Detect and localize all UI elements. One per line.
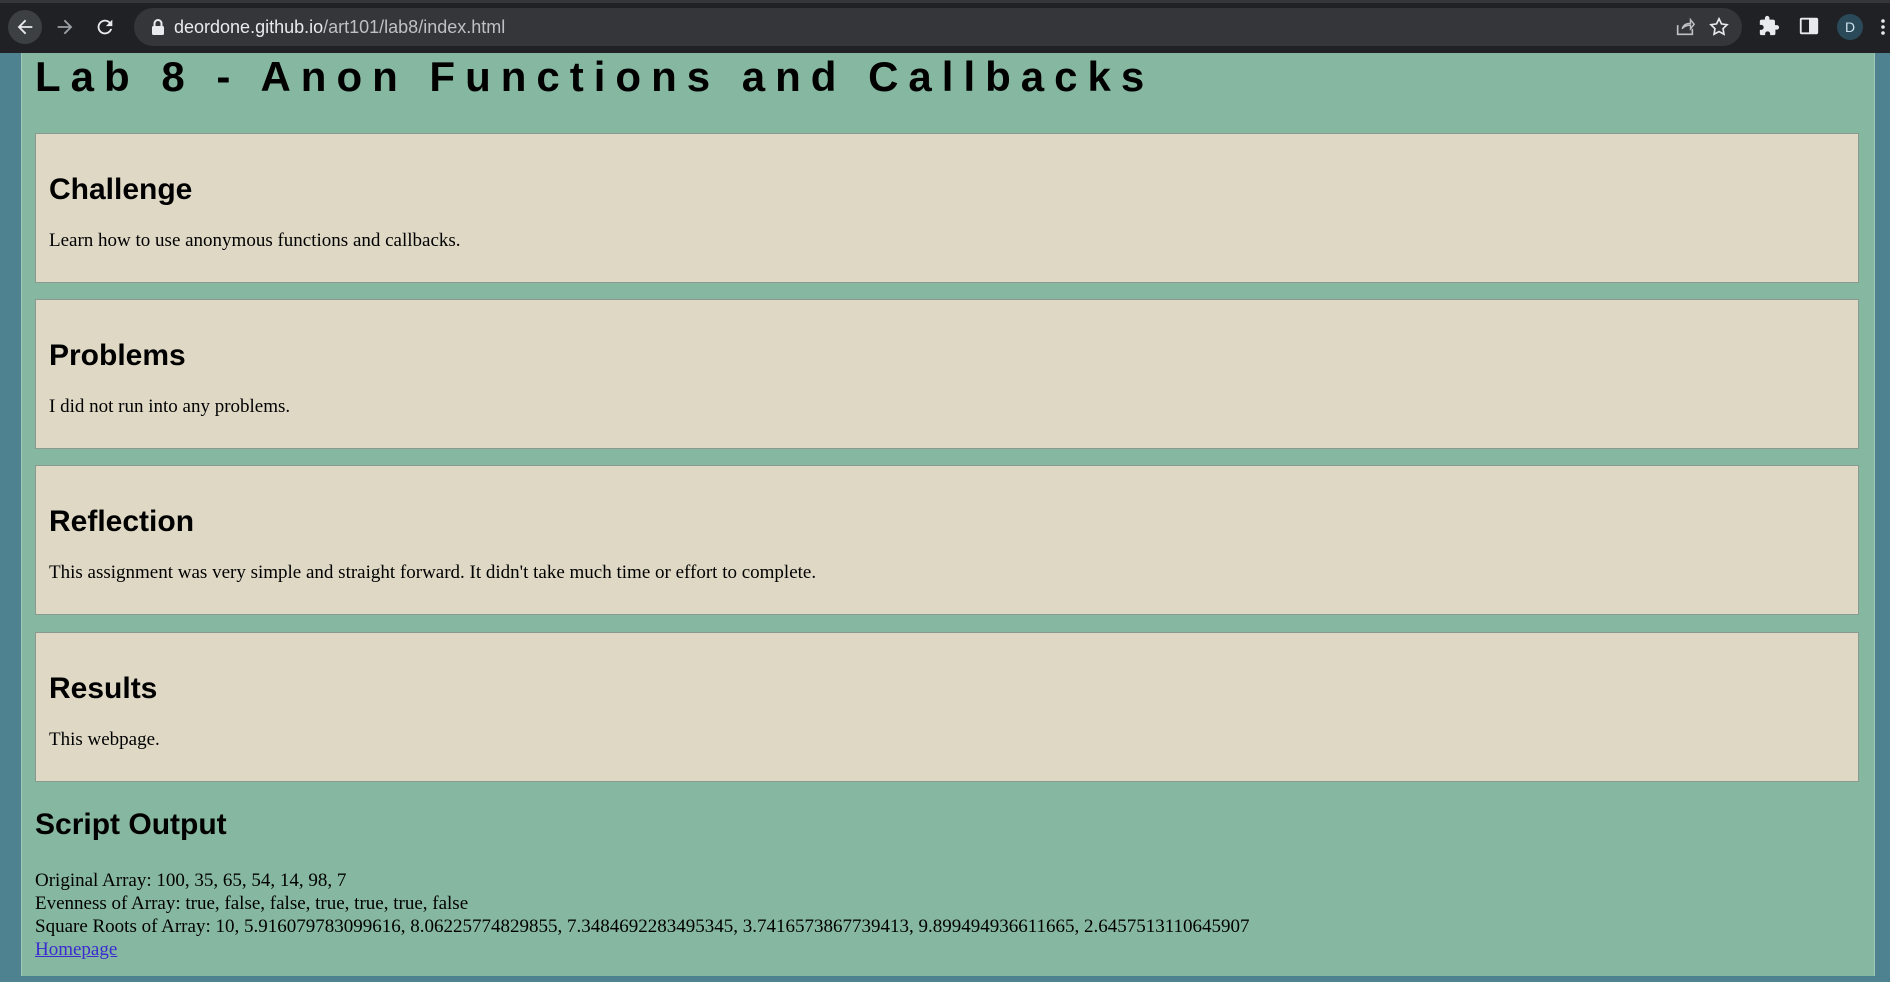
arrow-right-icon bbox=[57, 19, 73, 35]
section-heading: Problems bbox=[49, 339, 186, 372]
tab-strip-edge bbox=[0, 0, 1890, 3]
section-heading: Challenge bbox=[49, 173, 193, 206]
back-button[interactable] bbox=[8, 10, 42, 44]
url-text[interactable]: deordone.github.io/art101/lab8/index.htm… bbox=[174, 17, 505, 37]
section-heading: Results bbox=[49, 672, 158, 705]
forward-button[interactable] bbox=[48, 10, 82, 44]
section-challenge: Challenge Learn how to use anonymous fun… bbox=[35, 133, 1859, 283]
evenness-output: Evenness of Array: true, false, false, t… bbox=[35, 893, 469, 914]
url-path: /art101/lab8/index.html bbox=[323, 17, 506, 37]
original-array-output: Original Array: 100, 35, 65, 54, 14, 98,… bbox=[35, 870, 347, 891]
reload-button[interactable] bbox=[88, 10, 122, 44]
square-roots-output: Square Roots of Array: 10, 5.91607978309… bbox=[35, 916, 1250, 937]
reload-icon bbox=[97, 19, 113, 35]
section-text: This webpage. bbox=[49, 729, 160, 750]
page-content: Lab 8 - Anon Functions and Callbacks Cha… bbox=[21, 53, 1875, 976]
side-panel-icon[interactable] bbox=[1798, 15, 1820, 37]
section-text: Learn how to use anonymous functions and… bbox=[49, 230, 461, 251]
homepage-link[interactable]: Homepage bbox=[35, 938, 117, 961]
section-heading: Reflection bbox=[49, 505, 195, 538]
url-host: deordone.github.io bbox=[174, 17, 324, 37]
lock-icon[interactable] bbox=[150, 18, 166, 36]
section-text: I did not run into any problems. bbox=[49, 396, 291, 417]
section-text: This assignment was very simple and stra… bbox=[49, 562, 817, 583]
share-icon[interactable] bbox=[1674, 16, 1696, 38]
section-results: Results This webpage. bbox=[35, 632, 1859, 782]
script-output-heading: Script Output bbox=[35, 808, 227, 841]
bookmark-star-icon[interactable] bbox=[1708, 16, 1730, 38]
arrow-left-icon bbox=[17, 19, 33, 35]
browser-toolbar: deordone.github.io/art101/lab8/index.htm… bbox=[0, 0, 1890, 53]
section-reflection: Reflection This assignment was very simp… bbox=[35, 465, 1859, 615]
section-problems: Problems I did not run into any problems… bbox=[35, 299, 1859, 449]
page-title: Lab 8 - Anon Functions and Callbacks bbox=[35, 53, 1155, 100]
extensions-puzzle-icon[interactable] bbox=[1758, 15, 1780, 37]
profile-avatar[interactable]: D bbox=[1837, 14, 1863, 40]
more-menu-icon[interactable] bbox=[1880, 18, 1886, 36]
address-bar[interactable]: deordone.github.io/art101/lab8/index.htm… bbox=[134, 8, 1742, 46]
